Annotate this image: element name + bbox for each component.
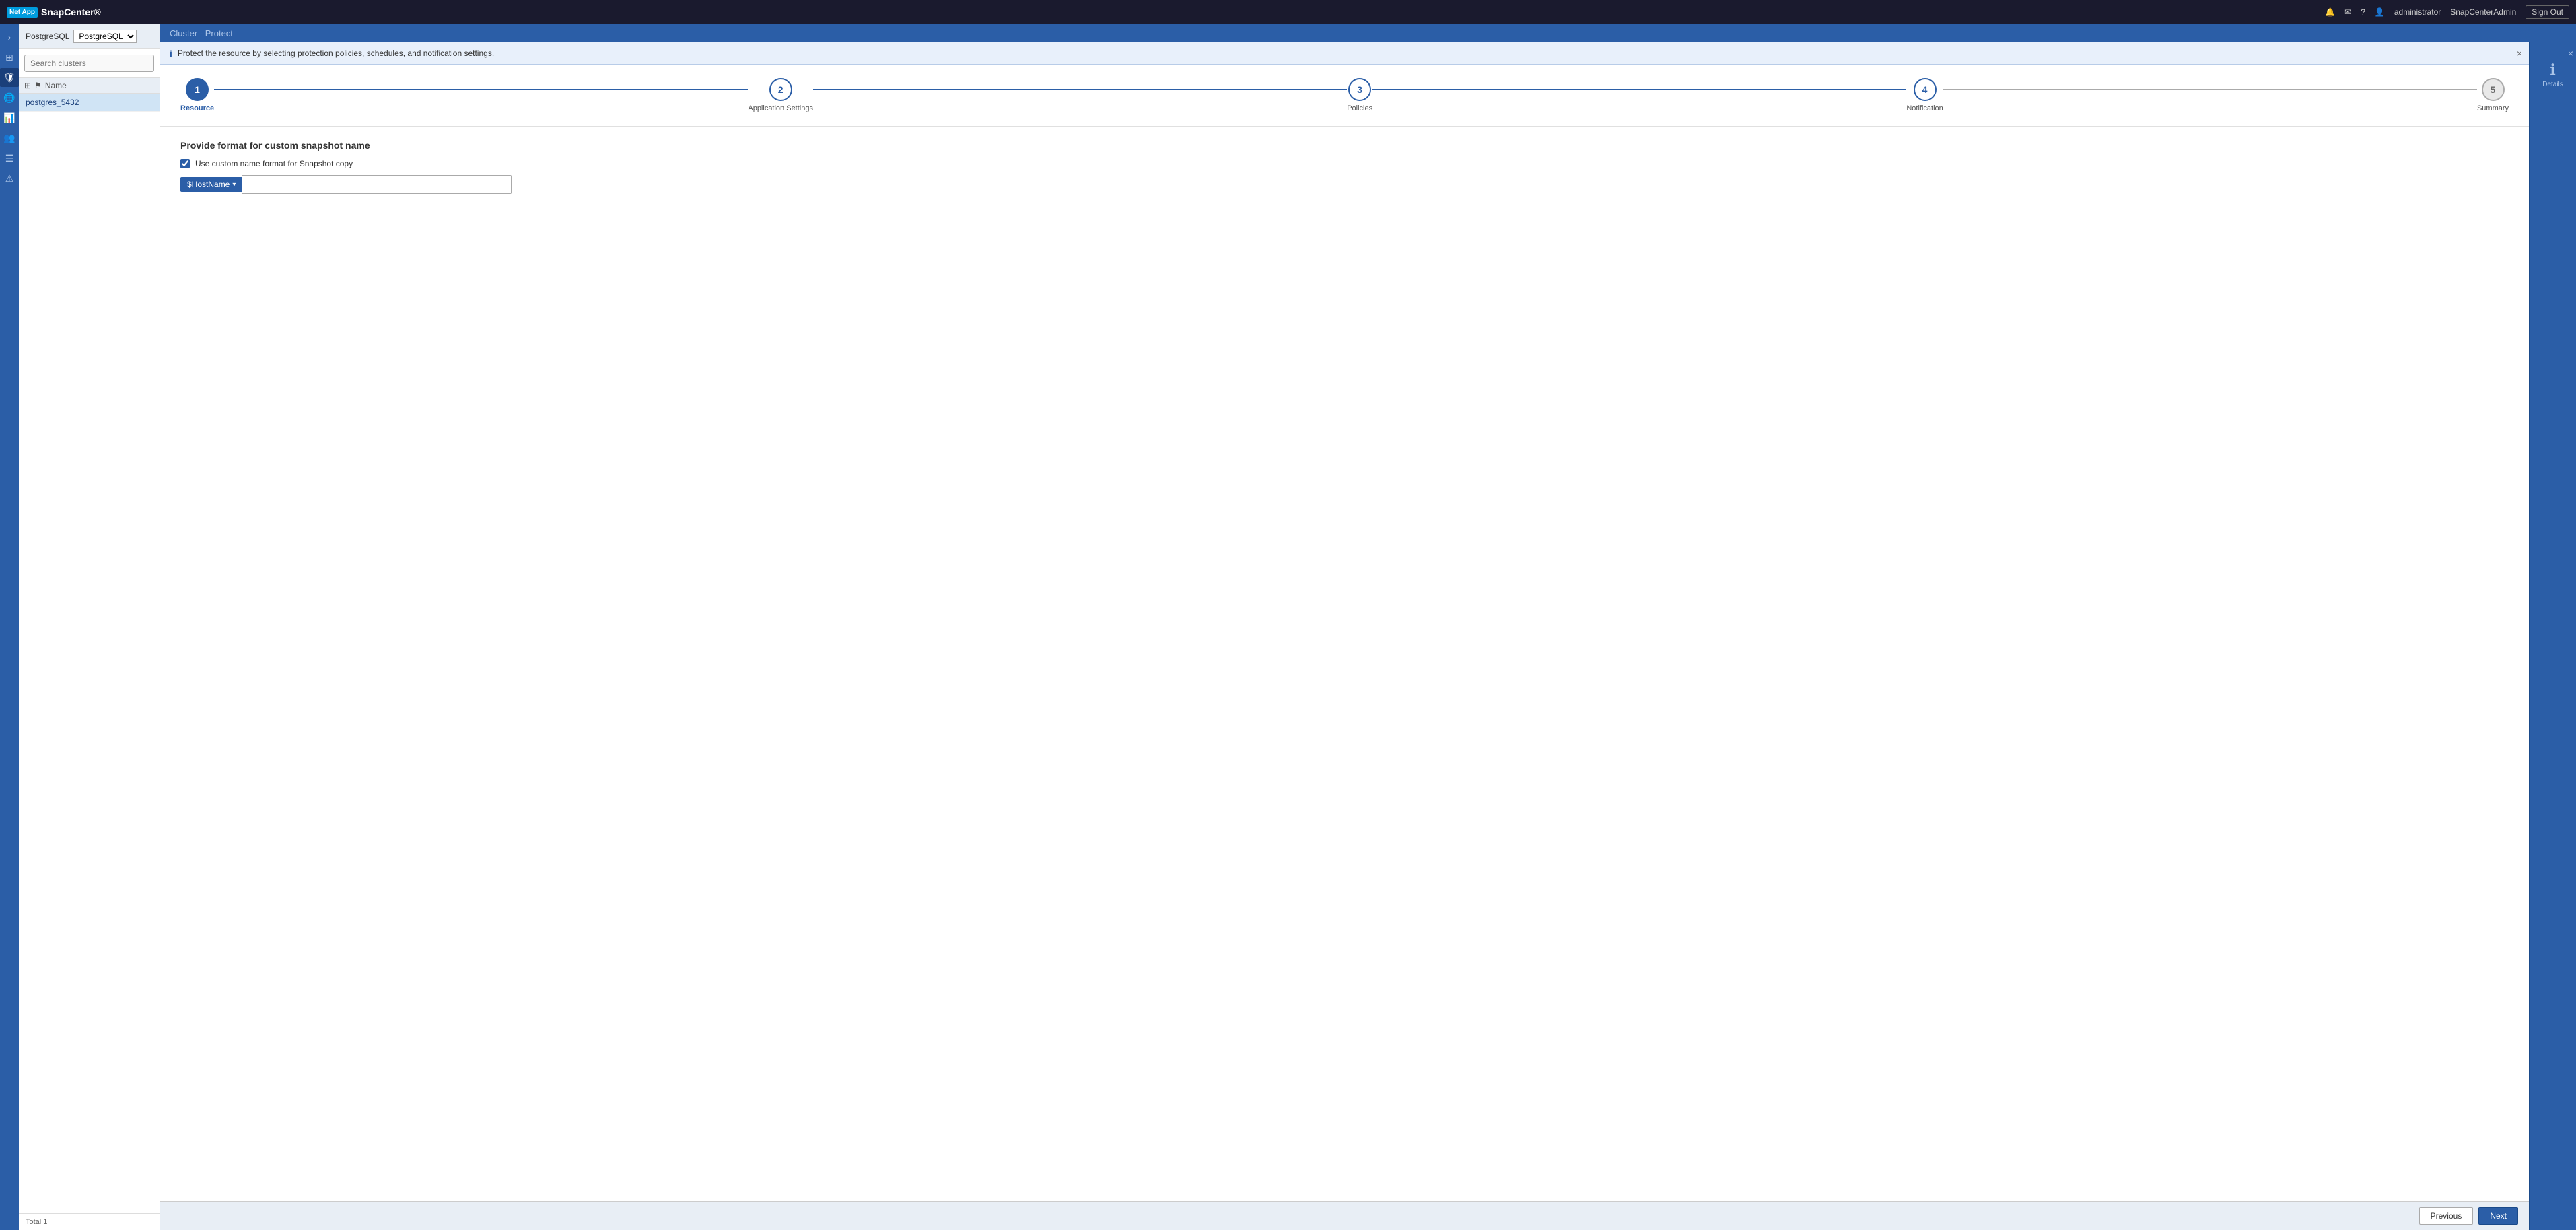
left-panel: PostgreSQL PostgreSQL ⊞ ⚑ Name postgres_… bbox=[19, 24, 160, 1230]
detail-panel: × ℹ Details bbox=[2529, 42, 2576, 1230]
sidebar-item-alert[interactable]: ⚠ bbox=[0, 169, 19, 188]
step-1: 1 Resource bbox=[180, 78, 214, 112]
admin-label: SnapCenterAdmin bbox=[2450, 7, 2516, 17]
connector-4-5 bbox=[1943, 89, 2477, 90]
previous-button[interactable]: Previous bbox=[2419, 1207, 2474, 1225]
top-navbar: Net App SnapCenter® 🔔 ✉ ? 👤 administrato… bbox=[0, 0, 2576, 24]
step-1-label[interactable]: Resource bbox=[180, 104, 214, 112]
app-title: SnapCenter® bbox=[41, 7, 101, 18]
db-dropdown[interactable]: PostgreSQL bbox=[73, 30, 137, 43]
connector-2-3 bbox=[813, 89, 1347, 90]
sidebar-item-arrow[interactable]: › bbox=[0, 28, 19, 46]
detail-label: Details bbox=[2542, 81, 2563, 88]
step-5: 5 Summary bbox=[2477, 78, 2509, 112]
step-4-circle: 4 bbox=[1914, 78, 1937, 101]
detail-close-icon[interactable]: × bbox=[2568, 48, 2573, 59]
sidebar-item-globe[interactable]: 🌐 bbox=[0, 88, 19, 107]
info-icon: i bbox=[170, 48, 172, 59]
sidebar-item-shield[interactable]: 🛡 bbox=[0, 68, 19, 87]
sidebar-item-people[interactable]: 👥 bbox=[0, 129, 19, 147]
sidebar-item-chart[interactable]: 📊 bbox=[0, 108, 19, 127]
top-nav-right: 🔔 ✉ ? 👤 administrator SnapCenterAdmin Si… bbox=[2325, 5, 2569, 19]
info-banner-close-icon[interactable]: × bbox=[2517, 48, 2522, 59]
snapshot-input-row: $HostName ▾ bbox=[180, 175, 2509, 194]
wizard-container: 1 Resource 2 Application Settings bbox=[160, 65, 2529, 127]
detail-info-icon: ℹ bbox=[2550, 61, 2555, 79]
cluster-name: postgres_5432 bbox=[26, 98, 79, 107]
main-content: Cluster - Protect i Protect the resource… bbox=[160, 24, 2576, 1230]
checkbox-label: Use custom name format for Snapshot copy bbox=[195, 159, 353, 168]
step-2: 2 Application Settings bbox=[748, 78, 813, 112]
info-message: Protect the resource by selecting protec… bbox=[178, 48, 494, 58]
hostname-tag-label: $HostName bbox=[187, 180, 230, 189]
search-box bbox=[19, 49, 160, 78]
sidebar-item-grid[interactable]: ⊞ bbox=[0, 48, 19, 67]
list-item[interactable]: postgres_5432 bbox=[19, 94, 160, 112]
bell-icon[interactable]: 🔔 bbox=[2325, 7, 2335, 17]
stepper: 1 Resource 2 Application Settings bbox=[180, 78, 2509, 112]
app-layout: › ⊞ 🛡 🌐 📊 👥 ☰ ⚠ PostgreSQL PostgreSQL ⊞ … bbox=[0, 24, 2576, 1230]
toolbar-prefix: Cluster - bbox=[170, 28, 205, 38]
flag-icon: ⚑ bbox=[34, 81, 42, 90]
netapp-brand-icon: Net App bbox=[7, 7, 38, 18]
main-toolbar: Cluster - Protect bbox=[160, 24, 2576, 42]
step-2-circle: 2 bbox=[769, 78, 792, 101]
hostname-tag[interactable]: $HostName ▾ bbox=[180, 177, 242, 192]
info-banner: i Protect the resource by selecting prot… bbox=[160, 42, 2529, 65]
snapshot-name-input[interactable] bbox=[242, 175, 512, 194]
step-4: 4 Notification bbox=[1906, 78, 1943, 112]
help-icon[interactable]: ? bbox=[2361, 7, 2365, 17]
tag-arrow-icon: ▾ bbox=[232, 181, 236, 189]
form-area: i Protect the resource by selecting prot… bbox=[160, 42, 2529, 1230]
user-icon: 👤 bbox=[2375, 7, 2385, 17]
sidebar-item-list[interactable]: ☰ bbox=[0, 149, 19, 168]
signout-button[interactable]: Sign Out bbox=[2526, 5, 2569, 19]
connector-3-4 bbox=[1372, 89, 1906, 90]
search-input[interactable] bbox=[24, 55, 154, 72]
icon-sidebar: › ⊞ 🛡 🌐 📊 👥 ☰ ⚠ bbox=[0, 24, 19, 1230]
step-5-circle: 5 bbox=[2482, 78, 2505, 101]
section-title: Provide format for custom snapshot name bbox=[180, 140, 2509, 151]
left-panel-header: PostgreSQL PostgreSQL bbox=[19, 24, 160, 49]
mail-icon[interactable]: ✉ bbox=[2344, 7, 2351, 17]
connector-1-2 bbox=[214, 89, 748, 90]
toolbar-protect: Protect bbox=[205, 28, 233, 38]
step-4-label[interactable]: Notification bbox=[1906, 104, 1943, 112]
username-label[interactable]: administrator bbox=[2394, 7, 2441, 17]
list-header: ⊞ ⚑ Name bbox=[19, 78, 160, 94]
bottom-footer: Previous Next bbox=[160, 1201, 2529, 1230]
left-panel-footer: Total 1 bbox=[19, 1213, 160, 1230]
step-5-label[interactable]: Summary bbox=[2477, 104, 2509, 112]
form-content: Provide format for custom snapshot name … bbox=[160, 127, 2529, 1201]
table-icon: ⊞ bbox=[24, 81, 31, 90]
step-3-circle: 3 bbox=[1348, 78, 1371, 101]
step-3: 3 Policies bbox=[1347, 78, 1372, 112]
next-button[interactable]: Next bbox=[2478, 1207, 2518, 1225]
column-name-header: Name bbox=[45, 81, 67, 90]
total-label: Total 1 bbox=[26, 1218, 47, 1226]
app-logo: Net App SnapCenter® bbox=[7, 7, 101, 18]
step-1-circle: 1 bbox=[186, 78, 209, 101]
custom-name-checkbox[interactable] bbox=[180, 159, 190, 168]
toolbar-title: Cluster - Protect bbox=[170, 28, 233, 38]
step-2-label[interactable]: Application Settings bbox=[748, 104, 813, 112]
top-nav-left: Net App SnapCenter® bbox=[7, 7, 101, 18]
step-3-label[interactable]: Policies bbox=[1347, 104, 1372, 112]
db-label: PostgreSQL bbox=[26, 32, 69, 41]
checkbox-row: Use custom name format for Snapshot copy bbox=[180, 159, 2509, 168]
content-area: i Protect the resource by selecting prot… bbox=[160, 42, 2576, 1230]
